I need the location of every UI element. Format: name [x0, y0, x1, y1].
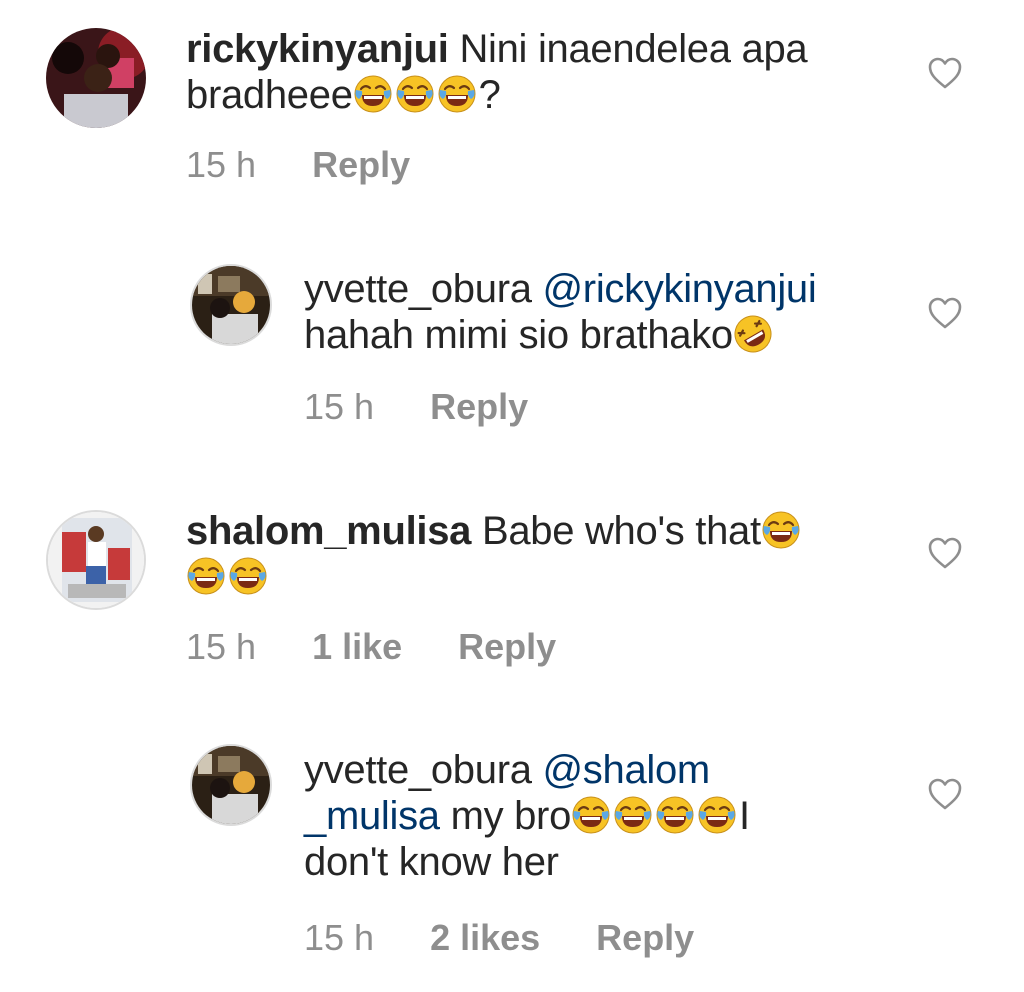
- comment-text: Babe who's that: [481, 509, 761, 553]
- heart-icon[interactable]: [927, 296, 963, 330]
- comment-body: rickykinyanjui Nini inaendelea apa bradh…: [186, 26, 886, 118]
- comment-body: yvette_obura @rickykinyanjui hahah mimi …: [304, 266, 904, 358]
- reply-button[interactable]: Reply: [596, 916, 694, 960]
- laughing-emoji-icon: [353, 74, 393, 114]
- laughing-emoji-icon: [613, 795, 653, 835]
- mention-link-cont[interactable]: _mulisa: [304, 794, 440, 838]
- comment-item: shalom_mulisa Babe who's that 15 h 1 like…: [0, 480, 1024, 710]
- username[interactable]: rickykinyanjui: [186, 27, 449, 71]
- timestamp: 15 h: [304, 917, 375, 958]
- username[interactable]: yvette_obura: [304, 748, 532, 792]
- likes-count[interactable]: 2 likes: [430, 916, 540, 960]
- comment-item: rickykinyanjui Nini inaendelea apa bradh…: [0, 0, 1024, 230]
- timestamp: 15 h: [186, 626, 257, 667]
- avatar[interactable]: [190, 744, 272, 826]
- mention-link[interactable]: @shalom: [543, 748, 711, 792]
- laughing-emoji-icon: [761, 510, 801, 550]
- reply-item: yvette_obura @shalom _mulisa my bro I don…: [0, 720, 1024, 992]
- comment-meta: 15 h 1 like Reply: [186, 625, 556, 669]
- laughing-emoji-icon: [697, 795, 737, 835]
- likes-count[interactable]: 1 like: [312, 625, 402, 669]
- heart-icon[interactable]: [927, 777, 963, 811]
- laughing-emoji-icon: [437, 74, 477, 114]
- heart-icon[interactable]: [927, 56, 963, 90]
- comment-meta: 15 h 2 likes Reply: [304, 916, 694, 960]
- laughing-emoji-icon: [228, 556, 268, 596]
- mention-link[interactable]: @rickykinyanjui: [543, 267, 817, 311]
- laughing-emoji-icon: [186, 556, 226, 596]
- comment-meta: 15 h Reply: [186, 143, 410, 187]
- comment-text-end: ?: [478, 73, 501, 117]
- reply-button[interactable]: Reply: [312, 143, 410, 187]
- timestamp: 15 h: [186, 144, 257, 185]
- rofl-emoji-icon: [733, 314, 773, 354]
- comment-text: my bro: [450, 794, 572, 838]
- laughing-emoji-icon: [655, 795, 695, 835]
- timestamp: 15 h: [304, 386, 375, 427]
- comment-text-last: don't know her: [304, 840, 559, 884]
- username[interactable]: yvette_obura: [304, 267, 532, 311]
- comment-text-tail: I: [739, 794, 750, 838]
- avatar[interactable]: [46, 510, 146, 610]
- reply-button[interactable]: Reply: [430, 385, 528, 429]
- reply-button[interactable]: Reply: [458, 625, 556, 669]
- avatar[interactable]: [46, 28, 146, 128]
- laughing-emoji-icon: [395, 74, 435, 114]
- comment-body: shalom_mulisa Babe who's that: [186, 508, 906, 600]
- username[interactable]: shalom_mulisa: [186, 509, 471, 553]
- avatar[interactable]: [190, 264, 272, 346]
- comment-text: hahah mimi sio brathako: [304, 313, 733, 357]
- reply-item: yvette_obura @rickykinyanjui hahah mimi …: [0, 240, 1024, 470]
- comment-body: yvette_obura @shalom _mulisa my bro I don…: [304, 747, 864, 885]
- heart-icon[interactable]: [927, 536, 963, 570]
- comment-meta: 15 h Reply: [304, 385, 528, 429]
- laughing-emoji-icon: [571, 795, 611, 835]
